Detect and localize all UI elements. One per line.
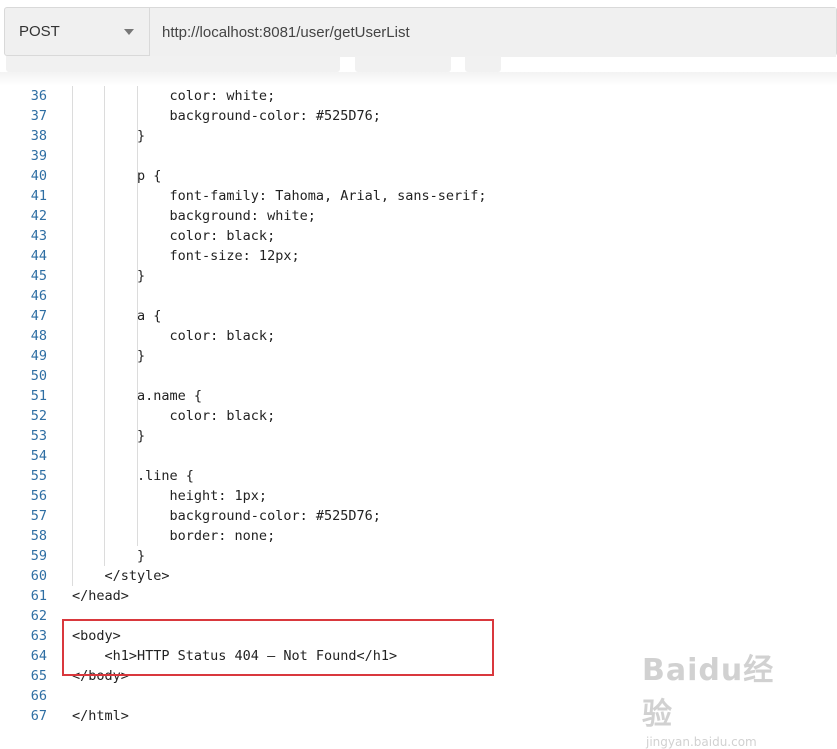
code-line: 37 background-color: #525D76; bbox=[0, 106, 837, 126]
line-number: 46 bbox=[30, 288, 47, 304]
code-line: 60 </style> bbox=[0, 566, 837, 586]
code-line: 45 } bbox=[0, 266, 837, 286]
watermark-logo: Baidu经验 bbox=[642, 653, 775, 732]
code-text: } bbox=[72, 268, 146, 284]
code-line: 49 } bbox=[0, 346, 837, 366]
line-number: 45 bbox=[30, 268, 47, 284]
code-text: .line { bbox=[72, 468, 194, 484]
code-line: 44 font-size: 12px; bbox=[0, 246, 837, 266]
code-text: a { bbox=[72, 308, 162, 324]
line-number: 58 bbox=[30, 528, 47, 544]
line-number: 55 bbox=[30, 468, 47, 484]
code-text: color: white; bbox=[72, 88, 276, 104]
code-line: 50 bbox=[0, 366, 837, 386]
code-line: 53 } bbox=[0, 426, 837, 446]
code-line: 42 background: white; bbox=[0, 206, 837, 226]
code-text: } bbox=[72, 348, 146, 364]
code-text: color: black; bbox=[72, 228, 276, 244]
code-text: border: none; bbox=[72, 528, 276, 544]
code-text: font-size: 12px; bbox=[72, 248, 300, 264]
code-text: </style> bbox=[72, 568, 170, 584]
code-text: <h1>HTTP Status 404 – Not Found</h1> bbox=[72, 648, 398, 664]
line-number: 64 bbox=[30, 648, 47, 664]
line-number: 53 bbox=[30, 428, 47, 444]
line-number: 40 bbox=[30, 168, 47, 184]
code-line: 56 height: 1px; bbox=[0, 486, 837, 506]
url-input[interactable] bbox=[150, 8, 836, 57]
tab-strip-remnant bbox=[355, 56, 451, 72]
line-number: 59 bbox=[30, 548, 47, 564]
tab-strip-remnant bbox=[6, 56, 340, 72]
line-number: 51 bbox=[30, 388, 47, 404]
line-number: 65 bbox=[30, 668, 47, 684]
code-text: </html> bbox=[72, 708, 129, 724]
chevron-down-icon bbox=[124, 29, 134, 35]
tab-strip-remnant bbox=[465, 56, 501, 72]
code-text: <body> bbox=[72, 628, 121, 644]
line-number: 37 bbox=[30, 108, 47, 124]
code-text: background-color: #525D76; bbox=[72, 108, 381, 124]
code-line: 54 bbox=[0, 446, 837, 466]
line-number: 67 bbox=[30, 708, 47, 724]
request-bar: POST bbox=[4, 7, 837, 57]
code-text: height: 1px; bbox=[72, 488, 268, 504]
line-number: 38 bbox=[30, 128, 47, 144]
code-line: 36 color: white; bbox=[0, 86, 837, 106]
line-number: 62 bbox=[30, 608, 47, 624]
code-line: 61 </head> bbox=[0, 586, 837, 606]
code-line: 48 color: black; bbox=[0, 326, 837, 346]
code-text: } bbox=[72, 128, 146, 144]
line-number: 43 bbox=[30, 228, 47, 244]
line-number: 54 bbox=[30, 448, 47, 464]
code-line: 59 } bbox=[0, 546, 837, 566]
code-line: 55 .line { bbox=[0, 466, 837, 486]
line-number: 50 bbox=[30, 368, 47, 384]
code-text: color: black; bbox=[72, 408, 276, 424]
code-text: </head> bbox=[72, 588, 129, 604]
line-number: 61 bbox=[30, 588, 47, 604]
toolbar-shadow bbox=[0, 72, 837, 86]
code-text: } bbox=[72, 548, 146, 564]
code-text: font-family: Tahoma, Arial, sans-serif; bbox=[72, 188, 487, 204]
code-line: 40 p { bbox=[0, 166, 837, 186]
code-line: 63 <body> bbox=[0, 626, 837, 646]
code-line: 52 color: black; bbox=[0, 406, 837, 426]
method-label: POST bbox=[19, 23, 60, 40]
line-number: 41 bbox=[30, 188, 47, 204]
code-line: 43 color: black; bbox=[0, 226, 837, 246]
code-line: 38 } bbox=[0, 126, 837, 146]
line-number: 44 bbox=[30, 248, 47, 264]
code-line: 51 a.name { bbox=[0, 386, 837, 406]
line-number: 52 bbox=[30, 408, 47, 424]
line-number: 49 bbox=[30, 348, 47, 364]
watermark: Baidu经验 jingyan.baidu.com bbox=[642, 645, 802, 749]
code-text: p { bbox=[72, 168, 162, 184]
code-line: 39 bbox=[0, 146, 837, 166]
line-number: 42 bbox=[30, 208, 47, 224]
line-number: 36 bbox=[30, 88, 47, 104]
code-line: 62 bbox=[0, 606, 837, 626]
line-number: 63 bbox=[30, 628, 47, 644]
line-number: 47 bbox=[30, 308, 47, 324]
watermark-url: jingyan.baidu.com bbox=[646, 735, 757, 749]
code-text: } bbox=[72, 428, 146, 444]
code-text: </body> bbox=[72, 668, 129, 684]
code-text: a.name { bbox=[72, 388, 203, 404]
code-line: 57 background-color: #525D76; bbox=[0, 506, 837, 526]
line-number: 56 bbox=[30, 488, 47, 504]
code-line: 41 font-family: Tahoma, Arial, sans-seri… bbox=[0, 186, 837, 206]
code-text: background: white; bbox=[72, 208, 316, 224]
line-number: 39 bbox=[30, 148, 47, 164]
code-line: 46 bbox=[0, 286, 837, 306]
line-number: 60 bbox=[30, 568, 47, 584]
code-line: 47 a { bbox=[0, 306, 837, 326]
line-number: 57 bbox=[30, 508, 47, 524]
code-line: 58 border: none; bbox=[0, 526, 837, 546]
code-text: color: black; bbox=[72, 328, 276, 344]
line-number: 48 bbox=[30, 328, 47, 344]
method-select[interactable]: POST bbox=[5, 8, 150, 55]
line-number: 66 bbox=[30, 688, 47, 704]
code-text: background-color: #525D76; bbox=[72, 508, 381, 524]
response-body-code: 36 color: white; 37 background-color: #52… bbox=[0, 86, 837, 726]
